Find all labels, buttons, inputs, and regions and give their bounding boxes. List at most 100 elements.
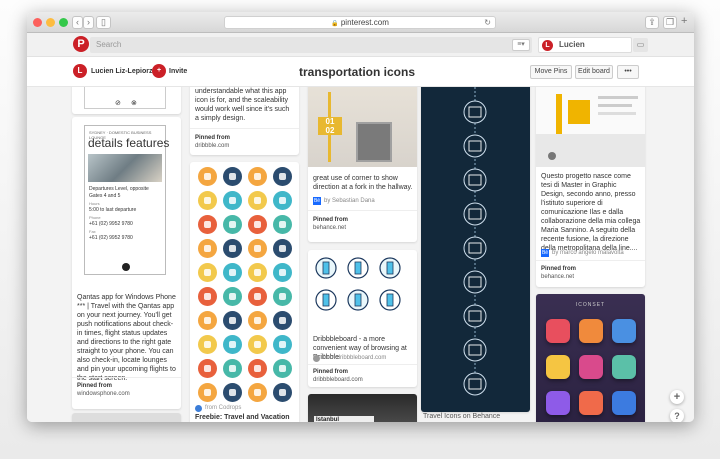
source-icon [313,355,320,362]
travel-icon [273,191,292,210]
pin-card[interactable]: ⊘ ⊗ [72,87,181,114]
travel-icon [273,263,292,282]
invite-icon[interactable]: + [152,64,166,78]
elevator-door [356,122,392,162]
messages-icon[interactable]: ▭ [633,38,648,52]
pin-author[interactable]: by marco angelo malavolta [552,249,624,257]
travel-icon-grid [190,162,299,402]
source-link[interactable]: behance.net [541,273,574,281]
screen-line: Phone [89,215,101,220]
source-attribution[interactable]: from Codrops [205,404,241,412]
pin-card[interactable]: understandable what this app icon is for… [190,87,299,155]
pinterest-logo-icon[interactable]: P [73,36,89,52]
line-icon [463,134,487,158]
search-placeholder: Search [96,40,122,49]
move-pins-button[interactable]: Move Pins [530,65,572,79]
source-link[interactable]: behance.net [313,224,346,232]
pinned-from-label: Pinned from [313,369,349,375]
travel-icon [273,215,292,234]
travel-icon [248,335,267,354]
pin-card[interactable] [72,413,181,422]
close-window-icon[interactable] [33,18,42,27]
search-input[interactable]: Search ≡▾ [90,37,532,53]
design-poster [536,87,645,167]
source-icon [195,405,202,412]
minimize-window-icon[interactable] [46,18,55,27]
address-bar[interactable]: 🔒 pinterest.com ↻ [224,16,496,29]
share-icon[interactable]: ⇪ [645,16,659,29]
edit-board-button[interactable]: Edit board [575,65,613,79]
rocket-shape [322,293,330,307]
more-button[interactable]: ••• [617,65,639,79]
app-icon [612,355,636,379]
pin-card-iconset[interactable]: ICONSET [536,294,645,422]
avatar: L [542,40,553,51]
line-icon [463,304,487,328]
travel-icon [223,191,242,210]
screen-line: Departures Level, opposite [89,186,149,192]
pin-card-line-icons[interactable] [421,87,530,412]
pinned-from-label: Pinned from [541,266,577,272]
travel-icon [248,239,267,258]
travel-icon [223,263,242,282]
app-icon [546,391,570,415]
pin-card-metro[interactable]: Questo progetto nasce come tesi di Maste… [536,87,645,287]
screen-line: Fax [89,229,96,234]
tabs-icon[interactable]: ❐ [663,16,677,29]
travel-icon [273,359,292,378]
behance-icon: Bē [313,197,321,205]
screen-title: details features [88,136,170,150]
phone-screenshot: SYDNEY · DOMESTIC BUSINESS LOUNGE detail… [84,125,170,275]
pin-card-wayfinding[interactable]: 01 02 great use of corner to show directi… [308,87,417,242]
pinterest-header: P Search ≡▾ L Lucien ▭ [27,33,694,57]
reload-icon[interactable]: ↻ [484,17,491,28]
owner-name[interactable]: Lucien Liz-Lepiorz [91,68,152,75]
travel-icon [198,191,217,210]
pin-card-travel-icons[interactable]: from Codrops Freebie: Travel and Vacatio… [190,162,299,422]
sidebar-icon[interactable]: ▯ [96,16,111,29]
forward-icon[interactable]: › [83,16,94,29]
travel-icon [248,263,267,282]
travel-icon [198,335,217,354]
pin-card-dribbbleboard[interactable]: Dribbbleboard - a more convenient way of… [308,250,417,387]
rocket-shape [386,293,394,307]
pin-column-4: Travel Icons on Behance [421,87,530,422]
travel-icon [248,167,267,186]
screen-line: 5:00 to last departure [89,207,137,213]
travel-icon [273,311,292,330]
back-icon[interactable]: ‹ [72,16,83,29]
invite-link[interactable]: Invite [169,68,187,75]
travel-icon [223,359,242,378]
source-attribution[interactable]: from dribbbleboard.com [323,354,386,362]
source-link[interactable]: windowsphone.com [77,390,130,398]
lock-icon: 🔒 [331,21,339,27]
help-icon[interactable]: ? [670,409,684,422]
url-text: pinterest.com [340,18,389,27]
app-icon [579,391,603,415]
pin-card-photo[interactable]: Istanbul [308,394,417,422]
travel-icon [248,191,267,210]
pin-description: Questo progetto nasce come tesi di Maste… [541,173,641,252]
pinned-from-label: Pinned from [313,217,349,223]
zoom-window-icon[interactable] [59,18,68,27]
pin-title: Freebie: Travel and Vacation [195,414,290,421]
new-tab-icon[interactable]: + [681,15,687,27]
screen-line: +61 (02) 9952 9780 [89,221,133,227]
line-icon [463,168,487,192]
menu-icon[interactable]: ≡▾ [512,39,530,51]
pin-author[interactable]: by Sebastian Dana [324,197,375,205]
rocket-shape [322,261,330,275]
add-icon[interactable]: + [670,390,684,404]
source-link[interactable]: dribbbleboard.com [313,376,363,384]
travel-icon [223,167,242,186]
owner-avatar[interactable]: L [73,64,87,78]
travel-icon [273,287,292,306]
app-icon [546,355,570,379]
phone-button-icon [122,263,130,271]
source-link[interactable]: dribbble.com [195,142,229,150]
rocket-shape [354,293,362,307]
pin-card-qantas[interactable]: SYDNEY · DOMESTIC BUSINESS LOUNGE detail… [72,117,181,409]
travel-icon [248,359,267,378]
user-profile-button[interactable]: L Lucien [538,37,632,53]
pin-description: understandable what this app icon is for… [195,88,290,122]
